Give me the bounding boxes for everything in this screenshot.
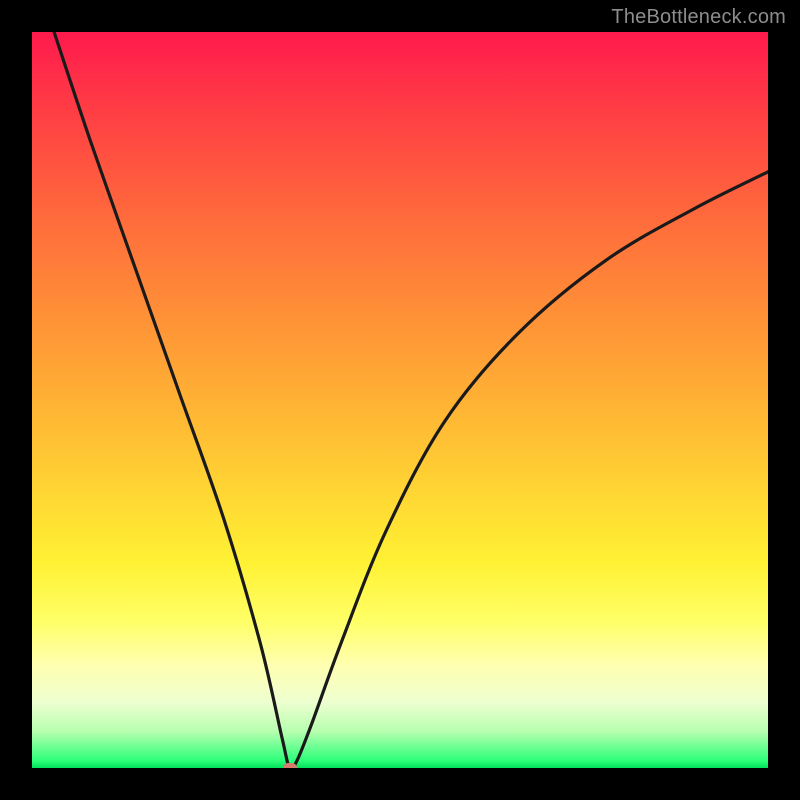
chart-frame: TheBottleneck.com — [0, 0, 800, 800]
optimal-point — [283, 763, 297, 768]
watermark-text: TheBottleneck.com — [611, 6, 786, 29]
bottleneck-curve — [32, 32, 768, 768]
plot-area — [32, 32, 768, 768]
